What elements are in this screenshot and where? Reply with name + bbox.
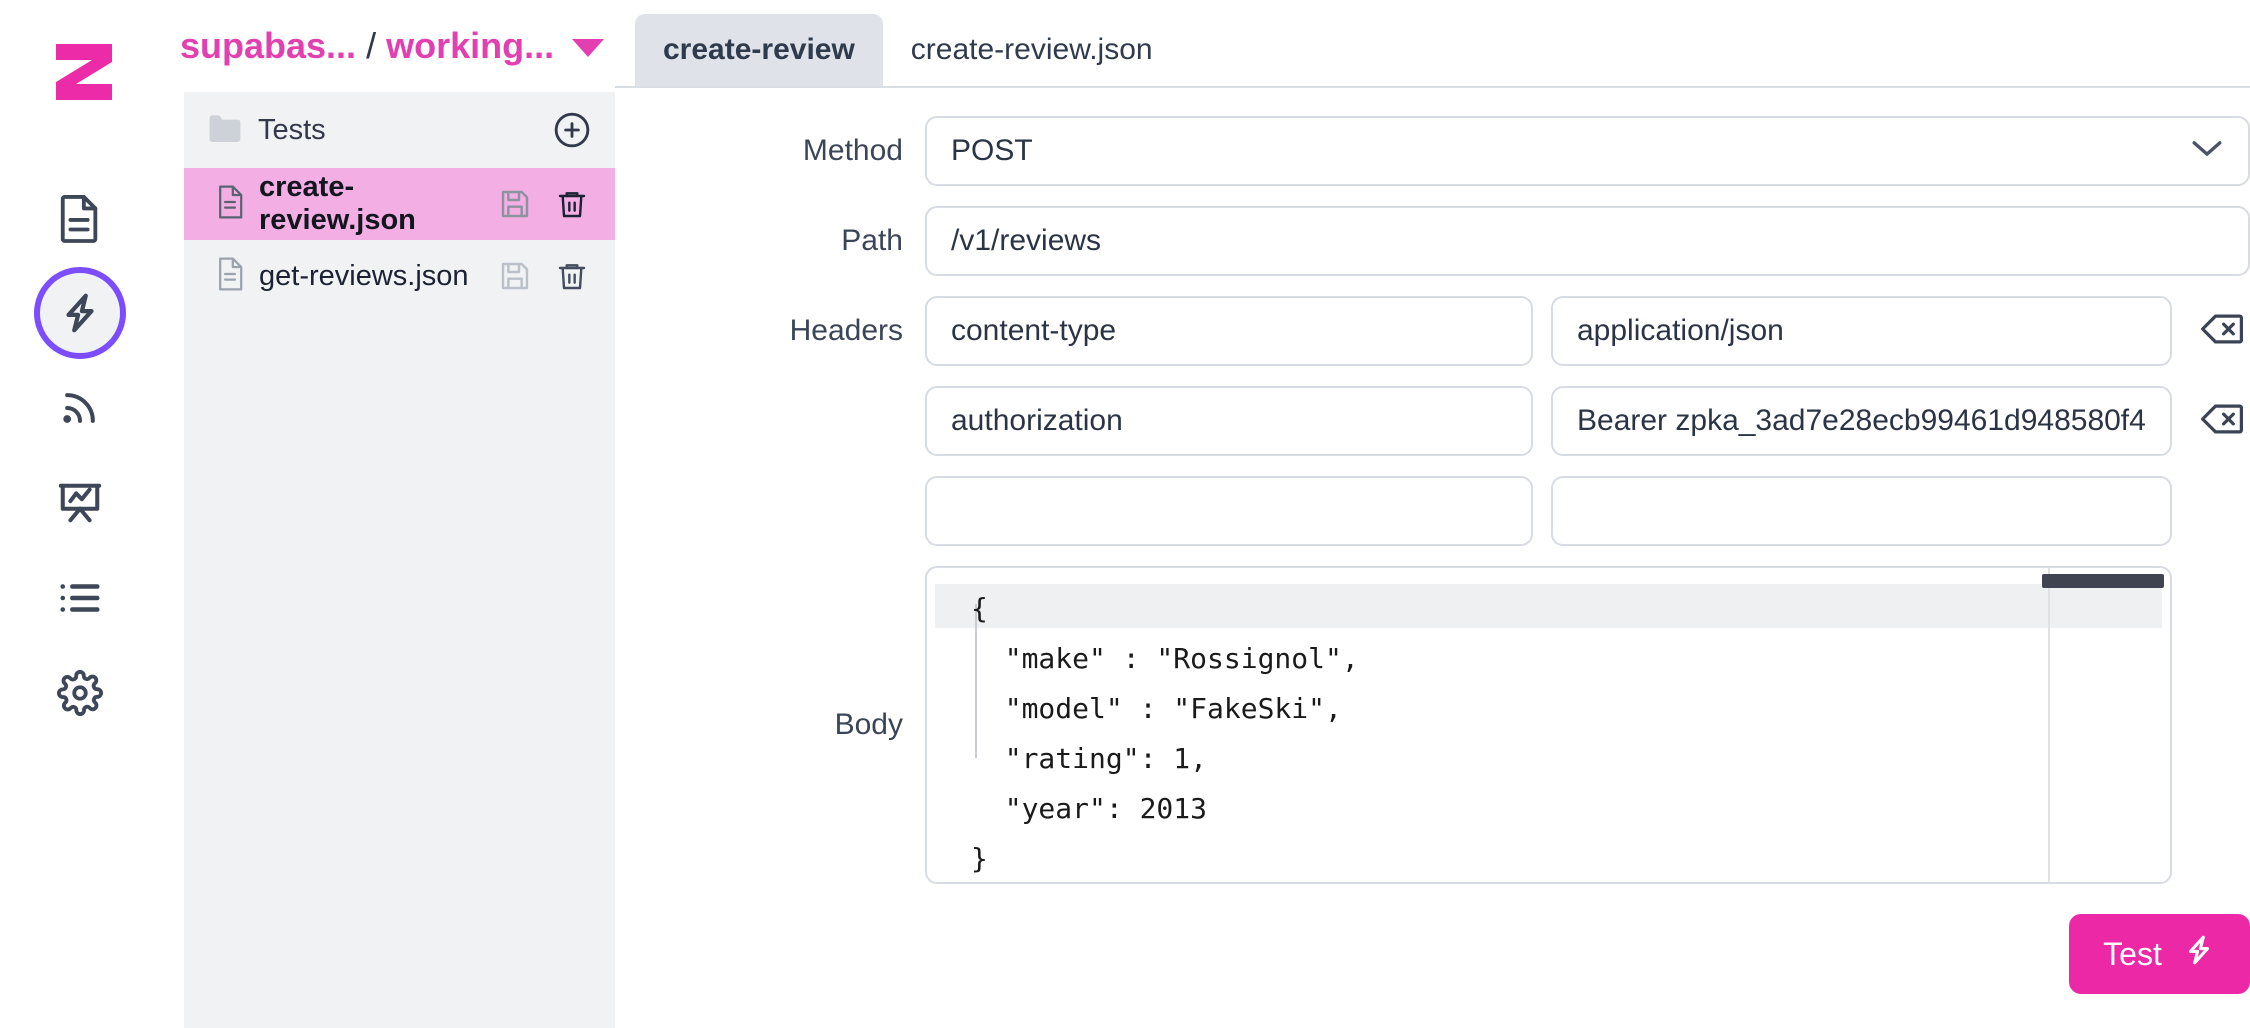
icon-rail bbox=[0, 0, 160, 1028]
folder-icon bbox=[208, 114, 242, 147]
lightning-bolt-icon bbox=[2182, 933, 2216, 975]
test-button-label: Test bbox=[2103, 936, 2162, 973]
body-label: Body bbox=[615, 566, 925, 884]
header-key-input[interactable]: authorization bbox=[925, 386, 1533, 456]
tree-folder-label: Tests bbox=[258, 114, 326, 147]
tree-body: Tests create-review.json bbox=[184, 92, 615, 1028]
header-value-input[interactable]: application/json bbox=[1551, 296, 2172, 366]
body-code-editor[interactable]: { "make" : "Rossignol", "model" : "FakeS… bbox=[925, 566, 2172, 884]
chevron-down-icon[interactable] bbox=[572, 39, 604, 57]
method-row: Method POST bbox=[615, 116, 2250, 186]
floppy-save-icon[interactable] bbox=[494, 260, 536, 292]
headers-label: Headers bbox=[615, 314, 925, 348]
test-button[interactable]: Test bbox=[2069, 914, 2250, 994]
body-row: Body { "make" : "Rossignol", "model" : "… bbox=[615, 566, 2250, 884]
rail-item-settings[interactable] bbox=[30, 643, 130, 743]
tab-create-review-json[interactable]: create-review.json bbox=[883, 14, 1181, 86]
backspace-delete-icon bbox=[2201, 402, 2243, 441]
rail-item-feed[interactable] bbox=[30, 358, 130, 458]
file-tree-panel: supabas... / working... Tests bbox=[160, 0, 615, 1028]
ziti-logo bbox=[36, 22, 132, 118]
method-label: Method bbox=[615, 134, 925, 168]
breadcrumb[interactable]: supabas... / working... bbox=[160, 0, 615, 92]
tree-file-create-review[interactable]: create-review.json bbox=[184, 168, 615, 240]
lightning-bolt-icon bbox=[57, 290, 103, 336]
headers-row-3 bbox=[615, 476, 2250, 546]
footer-actions: Test bbox=[2069, 914, 2250, 994]
headers-row-2: authorization Bearer zpka_3ad7e28ecb9946… bbox=[615, 386, 2250, 456]
gear-icon bbox=[57, 670, 103, 716]
breadcrumb-project[interactable]: working... bbox=[386, 25, 554, 67]
rail-item-tests[interactable] bbox=[30, 263, 130, 363]
rail-item-logs[interactable] bbox=[30, 548, 130, 648]
rss-feed-icon bbox=[58, 386, 102, 430]
document-icon bbox=[57, 192, 103, 244]
floppy-save-icon[interactable] bbox=[494, 188, 536, 220]
tree-file-get-reviews[interactable]: get-reviews.json bbox=[184, 240, 615, 312]
plus-circle-icon[interactable] bbox=[551, 111, 593, 149]
trash-icon[interactable] bbox=[551, 260, 593, 292]
trash-icon[interactable] bbox=[551, 188, 593, 220]
header-delete-button[interactable] bbox=[2194, 402, 2250, 441]
breadcrumb-separator: / bbox=[366, 25, 376, 67]
headers-row-1: Headers content-type application/json bbox=[615, 296, 2250, 366]
path-input[interactable]: /v1/reviews bbox=[925, 206, 2250, 276]
method-select[interactable]: POST bbox=[925, 116, 2250, 186]
tree-file-label: create-review.json bbox=[259, 171, 479, 237]
rail-item-documents[interactable] bbox=[30, 168, 130, 268]
tree-folder-tests[interactable]: Tests bbox=[184, 92, 615, 168]
header-value-input[interactable] bbox=[1551, 476, 2172, 546]
main-panel: create-review create-review.json Method … bbox=[615, 0, 2250, 1028]
tree-file-label: get-reviews.json bbox=[259, 260, 479, 293]
body-code-text: { "make" : "Rossignol", "model" : "FakeS… bbox=[927, 568, 2170, 884]
bullet-list-icon bbox=[57, 578, 103, 618]
method-select-wrap: POST bbox=[925, 116, 2250, 186]
tab-bar: create-review create-review.json bbox=[615, 0, 2250, 88]
tab-create-review[interactable]: create-review bbox=[635, 14, 883, 86]
path-row: Path /v1/reviews bbox=[615, 206, 2250, 276]
rail-item-analytics[interactable] bbox=[30, 453, 130, 553]
header-delete-button[interactable] bbox=[2194, 312, 2250, 351]
presentation-chart-icon bbox=[57, 480, 103, 526]
backspace-delete-icon bbox=[2201, 312, 2243, 351]
header-key-input[interactable] bbox=[925, 476, 1533, 546]
app-root: supabas... / working... Tests bbox=[0, 0, 2250, 1028]
path-label: Path bbox=[615, 224, 925, 258]
request-form: Method POST Path /v1/reviews bbox=[615, 88, 2250, 884]
header-value-input[interactable]: Bearer zpka_3ad7e28ecb99461d948580f4 bbox=[1551, 386, 2172, 456]
header-key-input[interactable]: content-type bbox=[925, 296, 1533, 366]
breadcrumb-org[interactable]: supabas... bbox=[180, 25, 356, 67]
json-file-icon bbox=[216, 257, 244, 296]
json-file-icon bbox=[216, 185, 244, 224]
